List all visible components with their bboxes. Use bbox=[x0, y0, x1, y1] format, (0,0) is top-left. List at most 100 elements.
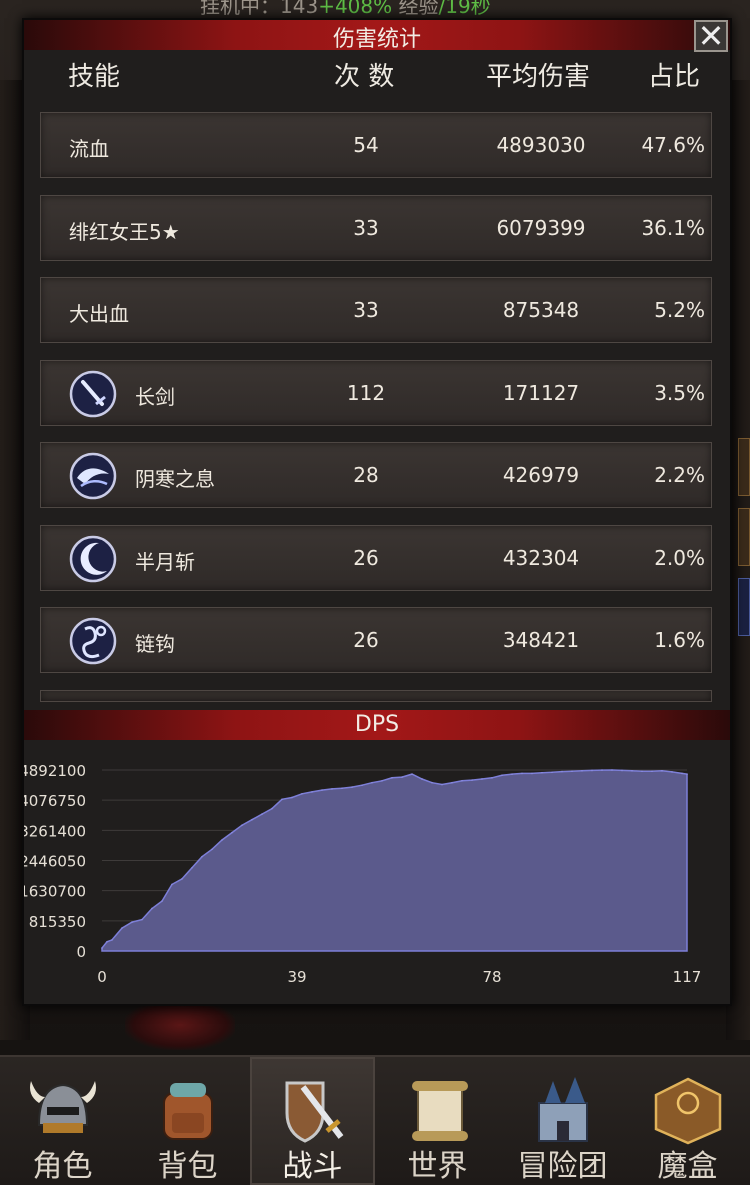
skill-row[interactable]: 流血 54 4893030 47.6% bbox=[40, 112, 712, 178]
x-tick-label: 78 bbox=[482, 968, 501, 986]
dps-header: DPS bbox=[24, 710, 730, 740]
skill-name: 半月斩 bbox=[135, 549, 195, 574]
nav-tab[interactable]: 冒险团 bbox=[500, 1057, 625, 1185]
dps-point bbox=[351, 786, 353, 788]
dps-point bbox=[231, 831, 233, 834]
castle-icon bbox=[523, 1073, 603, 1151]
skill-average-damage: 432304 bbox=[502, 545, 580, 570]
skill-count: 33 bbox=[353, 215, 379, 240]
backpack-icon bbox=[148, 1073, 228, 1151]
skill-row[interactable]: 大出血 33 875348 5.2% bbox=[40, 277, 712, 343]
nav-tab-label: 战斗 bbox=[282, 1149, 343, 1184]
dps-point bbox=[331, 788, 333, 790]
dps-point bbox=[531, 772, 533, 775]
close-icon: ✕ bbox=[697, 17, 725, 55]
skill-ratio: 2.0% bbox=[654, 545, 705, 570]
y-tick-label: 3261400 bbox=[24, 822, 86, 840]
skill-name: 绯红女王5★ bbox=[69, 219, 180, 244]
nav-tab-label: 背包 bbox=[157, 1149, 218, 1184]
status-time: /19秒 bbox=[438, 0, 491, 18]
dps-point bbox=[381, 780, 383, 782]
nav-tab-label: 世界 bbox=[407, 1149, 468, 1184]
close-button[interactable]: ✕ bbox=[694, 17, 728, 55]
nav-tab[interactable]: 世界 bbox=[375, 1057, 500, 1185]
dps-point bbox=[211, 848, 213, 851]
skill-row[interactable]: 绯红女王5★ 33 6079399 36.1% bbox=[40, 194, 712, 261]
skill-average-damage: 171127 bbox=[502, 380, 580, 405]
dps-chart: 0 815350 1630700 2446050 3261400 4076750 48921… bbox=[24, 762, 702, 986]
y-tick-label: 4076750 bbox=[24, 792, 86, 810]
dps-point bbox=[121, 927, 123, 929]
dps-point bbox=[581, 770, 583, 772]
status-mid: 经验 bbox=[392, 0, 439, 18]
dps-point bbox=[601, 769, 603, 771]
nav-tab[interactable]: 背包 bbox=[125, 1057, 250, 1185]
skill-count: 54 bbox=[353, 133, 379, 157]
sword-icon bbox=[69, 370, 117, 418]
x-tick-label: 0 bbox=[97, 968, 107, 986]
dps-point bbox=[511, 773, 513, 775]
skill-average-damage: 875348 bbox=[502, 298, 580, 322]
dps-point bbox=[631, 770, 633, 772]
skill-average-damage: 348421 bbox=[502, 628, 580, 652]
dps-point bbox=[111, 939, 113, 941]
nav-tab-label: 冒险团 bbox=[517, 1149, 608, 1184]
skill-ratio: 1.6% bbox=[654, 628, 705, 652]
dps-point bbox=[551, 771, 553, 774]
skill-row[interactable]: 阴寒之息 28 426979 2.2% bbox=[40, 442, 712, 508]
dps-point bbox=[171, 883, 173, 886]
skill-row[interactable]: 链钩 26 348421 1.6% bbox=[40, 607, 712, 673]
chain-hook-icon bbox=[69, 617, 117, 665]
dps-point bbox=[181, 878, 183, 880]
dps-point bbox=[151, 907, 153, 910]
dps-point bbox=[611, 769, 613, 771]
nav-tab[interactable]: 角色 bbox=[0, 1057, 125, 1185]
dps-point bbox=[106, 940, 108, 943]
dps-point bbox=[291, 796, 293, 799]
dps-point bbox=[461, 780, 463, 782]
skill-count: 33 bbox=[353, 298, 379, 322]
nav-tab-label: 魔盒 bbox=[657, 1149, 718, 1184]
background-chip bbox=[738, 578, 750, 636]
skill-name: 长剑 bbox=[135, 384, 175, 409]
status-prefix: 挂机中：143 bbox=[200, 0, 319, 18]
dps-point bbox=[401, 776, 403, 778]
skill-ratio: 5.2% bbox=[654, 298, 705, 322]
x-tick-label: 39 bbox=[287, 968, 306, 986]
dps-point bbox=[221, 839, 223, 841]
background-status-text: 挂机中：143+408% 经验/19秒 bbox=[200, 0, 491, 19]
y-tick-label: 1630700 bbox=[24, 883, 86, 901]
dps-point bbox=[421, 778, 423, 780]
x-tick-label: 117 bbox=[673, 968, 702, 986]
column-header-skill: 技能 bbox=[68, 62, 121, 92]
helmet-icon bbox=[23, 1073, 103, 1151]
skill-ratio: 47.6% bbox=[641, 133, 705, 157]
dps-point bbox=[431, 781, 433, 784]
nav-tab[interactable]: 魔盒 bbox=[625, 1057, 750, 1185]
dps-point bbox=[371, 781, 373, 784]
skill-row-partial[interactable] bbox=[40, 689, 712, 702]
skill-count: 26 bbox=[353, 628, 379, 652]
dps-point bbox=[481, 778, 483, 780]
skill-count: 26 bbox=[353, 545, 379, 570]
y-tick-label: 4892100 bbox=[24, 762, 86, 780]
skill-average-damage: 426979 bbox=[502, 463, 580, 487]
dps-point bbox=[361, 784, 363, 787]
dialog-title: 伤害统计 bbox=[332, 27, 421, 52]
skill-average-damage: 6079399 bbox=[496, 215, 586, 240]
nav-tab[interactable]: 战斗 bbox=[250, 1057, 375, 1185]
scroll-map-icon bbox=[398, 1073, 478, 1151]
skill-row[interactable]: 半月斩 26 432304 2.0% bbox=[40, 524, 712, 591]
bottom-nav: 角色 背包 战斗 世界 冒险团 魔盒 bbox=[0, 1055, 750, 1185]
dps-point bbox=[251, 818, 253, 821]
skill-average-damage: 4893030 bbox=[496, 133, 586, 157]
status-bonus: +408% bbox=[318, 0, 393, 18]
dps-point bbox=[651, 770, 653, 772]
skill-row[interactable]: 长剑 112 171127 3.5% bbox=[40, 359, 712, 426]
dps-point bbox=[661, 770, 663, 772]
dps-point bbox=[241, 824, 243, 827]
background-chip bbox=[738, 508, 750, 566]
background-emblem bbox=[125, 1000, 235, 1050]
dps-point bbox=[681, 772, 683, 775]
y-tick-label: 2446050 bbox=[24, 853, 86, 871]
